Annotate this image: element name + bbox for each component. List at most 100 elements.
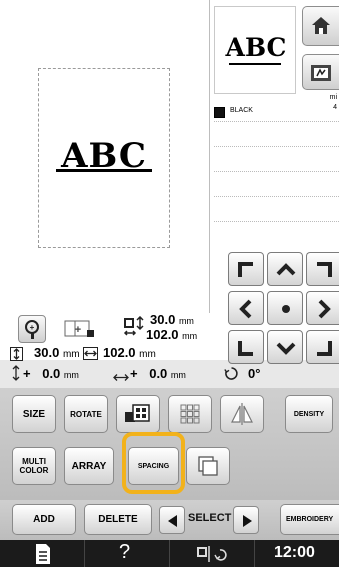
grid-icon xyxy=(180,404,200,424)
rotate-button[interactable]: ROTATE xyxy=(64,395,108,433)
pattern-width-value: 102.0 xyxy=(146,327,179,342)
vertical-offset-readout: + 0.0 mm xyxy=(23,366,79,381)
move-up-button[interactable] xyxy=(267,252,303,286)
embroidery-button[interactable]: EMBROIDERY xyxy=(280,504,339,535)
center-dot-icon xyxy=(282,305,290,313)
move-right-button[interactable] xyxy=(306,291,339,325)
embroidery-frame-button[interactable] xyxy=(302,54,339,90)
rotation-angle-value: 0° xyxy=(248,366,261,381)
svg-text:+: + xyxy=(30,323,35,332)
status-divider xyxy=(169,540,170,567)
horizontal-offset-value: 0.0 xyxy=(149,366,168,381)
center-button[interactable] xyxy=(267,291,303,325)
row1-height-value: 30.0 xyxy=(34,345,60,360)
pattern-size-icon xyxy=(123,315,145,336)
pattern-thumbnail: ABC xyxy=(214,6,296,94)
select-label: SELECT xyxy=(188,512,232,524)
mirror-button[interactable] xyxy=(220,395,264,433)
pattern-width-readout: 102.0 mm xyxy=(146,327,197,342)
embroidery-button-label: EMBROIDERY xyxy=(286,516,334,523)
pattern-preview[interactable]: ABC xyxy=(38,68,170,248)
spacing-button-highlight xyxy=(122,432,185,494)
thread-color-swatch xyxy=(214,107,225,118)
row1-height-readout: 30.0 mm xyxy=(34,345,80,360)
row1-width-readout: 102.0 mm xyxy=(103,345,156,360)
status-divider xyxy=(84,540,85,567)
move-down-button[interactable] xyxy=(267,330,303,364)
thumbnail-underline xyxy=(229,63,281,65)
height-icon xyxy=(10,347,23,361)
array-button[interactable]: ARRAY xyxy=(64,447,114,485)
row1-width-unit: mm xyxy=(139,349,156,360)
select-next-button[interactable] xyxy=(233,506,259,534)
svg-text:+: + xyxy=(75,324,81,336)
rotate-button-label: ROTATE xyxy=(70,409,102,419)
arrow-up-right-icon xyxy=(317,262,332,277)
move-up-left-button[interactable] xyxy=(228,252,264,286)
arrow-up-icon xyxy=(276,263,296,276)
horizontal-offset-readout: + 0.0 mm xyxy=(130,366,186,381)
thread-settings-button[interactable] xyxy=(196,544,232,564)
frame-icon xyxy=(311,65,331,81)
vertical-offset-icon xyxy=(12,365,20,381)
status-divider xyxy=(254,540,255,567)
needle-icon xyxy=(197,546,227,562)
color-list-divider xyxy=(214,146,339,147)
row1-width-value: 102.0 xyxy=(103,345,136,360)
thread-color-name: BLACK xyxy=(230,107,253,114)
move-up-right-button[interactable] xyxy=(306,252,339,286)
sewing-time-value: 4 xyxy=(333,104,337,111)
pattern-height-unit: mm xyxy=(178,316,194,326)
arrow-down-left-icon xyxy=(238,341,253,356)
arrow-right-icon xyxy=(318,299,331,319)
pattern-height-readout: 30.0 mm xyxy=(150,312,194,327)
add-button[interactable]: ADD xyxy=(12,504,76,535)
triangle-right-icon xyxy=(243,515,252,527)
duplicate-icon xyxy=(198,456,218,476)
row1-height-unit: mm xyxy=(62,349,80,360)
multi-color-button-line2: COLOR xyxy=(19,466,49,475)
help-button[interactable]: ? xyxy=(119,541,130,564)
zoom-icon: + xyxy=(25,320,39,339)
horizontal-offset-icon xyxy=(113,369,129,381)
home-button[interactable] xyxy=(302,6,339,46)
array-button-label: ARRAY xyxy=(71,460,107,472)
border-button[interactable] xyxy=(116,395,160,433)
vertical-offset-prefix: + xyxy=(23,366,31,381)
zoom-button[interactable]: + xyxy=(18,315,46,343)
duplicate-button[interactable] xyxy=(186,447,230,485)
triangle-left-icon xyxy=(168,515,177,527)
rotation-angle-icon xyxy=(224,366,239,381)
border-icon xyxy=(125,404,150,422)
color-list-divider xyxy=(214,171,339,172)
pattern-preview-text: ABC xyxy=(38,136,170,176)
pattern-width-unit: mm xyxy=(182,331,198,341)
horizontal-offset-prefix: + xyxy=(130,366,138,381)
color-list-divider xyxy=(214,221,339,222)
arrow-left-icon xyxy=(239,299,252,319)
color-list-divider xyxy=(214,196,339,197)
density-button[interactable]: DENSITY xyxy=(285,395,333,433)
sewing-time-label: mi xyxy=(329,94,337,101)
clock-time: 12:00 xyxy=(274,544,315,561)
select-previous-button[interactable] xyxy=(159,506,185,534)
arrow-down-right-icon xyxy=(317,341,332,356)
thread-color-row: BLACK mi 4 xyxy=(214,94,339,126)
move-down-right-button[interactable] xyxy=(306,330,339,364)
move-down-left-button[interactable] xyxy=(228,330,264,364)
document-icon xyxy=(36,544,50,564)
arrow-up-left-icon xyxy=(238,262,253,277)
document-button[interactable] xyxy=(33,543,53,565)
delete-button-label: DELETE xyxy=(98,514,138,525)
layout-zoom-icon: + xyxy=(64,318,94,340)
add-button-label: ADD xyxy=(33,514,55,525)
move-left-button[interactable] xyxy=(228,291,264,325)
delete-button[interactable]: DELETE xyxy=(84,504,152,535)
embroidery-preview-panel: ABC xyxy=(0,0,210,313)
size-button-label: SIZE xyxy=(22,408,46,420)
repeat-pattern-button[interactable] xyxy=(168,395,212,433)
multi-color-button[interactable]: MULTI COLOR xyxy=(12,447,56,485)
size-button[interactable]: SIZE xyxy=(12,395,56,433)
pattern-height-value: 30.0 xyxy=(150,312,176,327)
upper-area: ABC ABC BLACK mi 4 + + 30.0 mm 102.0 mm … xyxy=(0,0,339,364)
